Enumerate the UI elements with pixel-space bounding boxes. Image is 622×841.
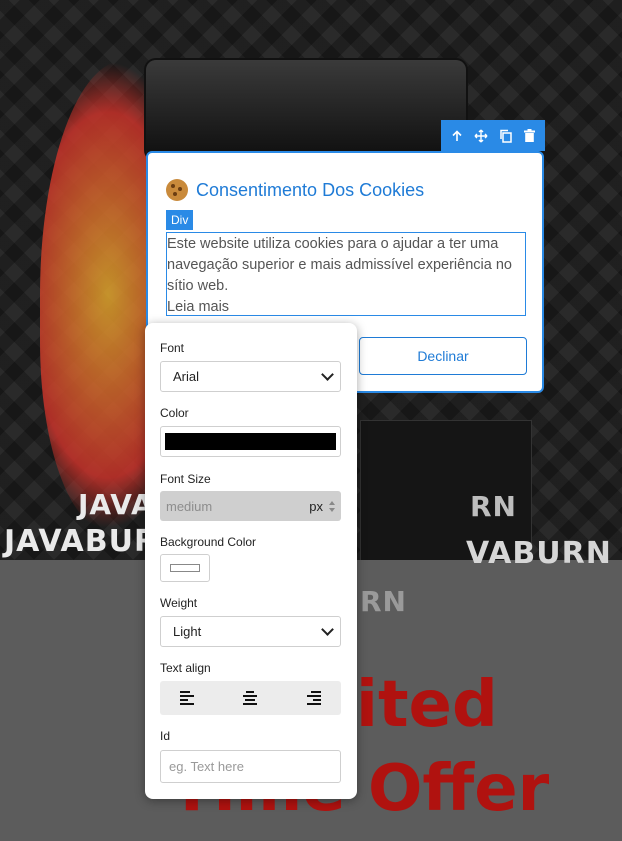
weight-select-value: Light — [173, 624, 202, 639]
weight-select[interactable]: Light — [160, 616, 341, 647]
id-label: Id — [160, 729, 171, 743]
text-align-label: Text align — [160, 661, 211, 675]
cookie-icon — [166, 179, 188, 201]
cookie-heading[interactable]: Consentimento Dos Cookies — [196, 180, 424, 201]
font-size-input[interactable]: medium px — [160, 491, 341, 521]
align-right-icon[interactable] — [301, 688, 321, 708]
move-icon[interactable] — [471, 126, 491, 146]
font-select[interactable]: Arial — [160, 361, 341, 392]
brand-text: RN — [360, 585, 407, 618]
id-input[interactable] — [160, 750, 341, 783]
cookie-text-block[interactable]: Este website utiliza cookies para o ajud… — [166, 232, 526, 316]
spinner-icon[interactable] — [329, 500, 335, 512]
text-align-group — [160, 681, 341, 715]
font-label: Font — [160, 341, 185, 355]
cookie-title-row: Consentimento Dos Cookies — [166, 179, 424, 201]
color-swatch — [165, 433, 336, 450]
decline-button[interactable]: Declinar — [359, 337, 527, 375]
font-select-value: Arial — [173, 369, 200, 384]
style-panel: Font Arial Color Font Size medium px Bac… — [145, 323, 357, 799]
element-toolbar — [441, 120, 545, 151]
font-size-label: Font Size — [160, 472, 211, 486]
selected-element-tag: Div — [166, 210, 194, 230]
chevron-down-icon — [321, 623, 334, 636]
chevron-down-icon — [321, 368, 334, 381]
brand-text: VABURN — [466, 536, 612, 571]
align-left-icon[interactable] — [180, 688, 200, 708]
trash-icon[interactable] — [519, 126, 539, 146]
weight-label: Weight — [160, 596, 198, 610]
background-color-label: Background Color — [160, 535, 257, 549]
brand-text: RN — [470, 490, 517, 523]
background-color-swatch — [170, 564, 200, 572]
offer-text: ited — [356, 668, 498, 742]
font-size-placeholder: medium — [166, 498, 213, 514]
color-picker[interactable] — [160, 426, 341, 457]
color-label: Color — [160, 406, 189, 420]
arrow-up-icon[interactable] — [447, 126, 467, 146]
read-more-link[interactable]: Leia mais — [167, 297, 525, 318]
cookie-description: Este website utiliza cookies para o ajud… — [167, 236, 512, 294]
brand-text: JAVA — [78, 488, 154, 521]
background-color-picker[interactable] — [160, 554, 210, 582]
font-size-unit: px — [309, 498, 323, 514]
product-jar — [146, 60, 466, 160]
copy-icon[interactable] — [495, 126, 515, 146]
align-center-icon[interactable] — [240, 688, 260, 708]
